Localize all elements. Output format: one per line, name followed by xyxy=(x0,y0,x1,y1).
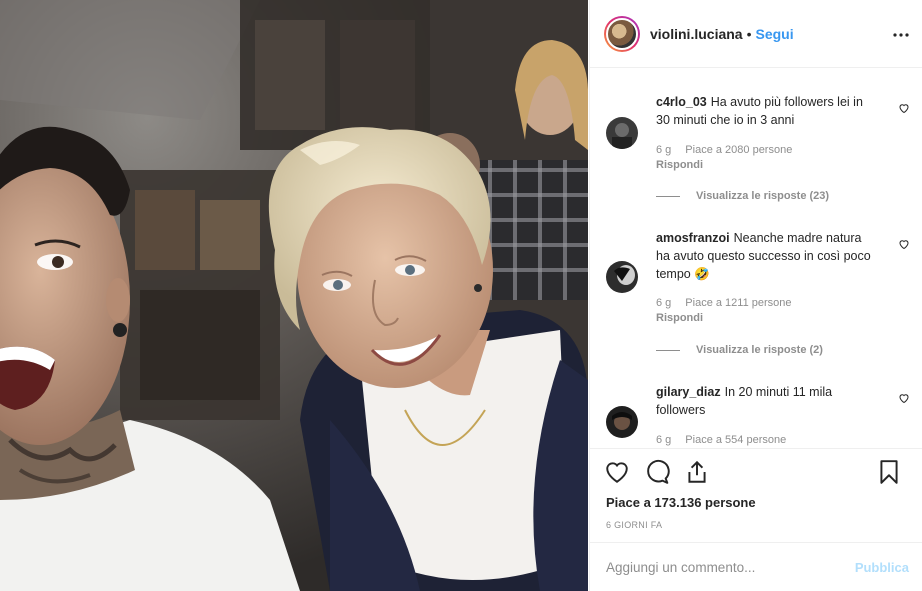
comment-like-icon[interactable] xyxy=(898,391,910,404)
add-comment-bar: Pubblica xyxy=(590,542,922,591)
post-date: 6 GIORNI FA xyxy=(606,520,663,530)
comment-meta: 6 g Piace a 2080 persone xyxy=(656,144,792,156)
comment-text: c4rlo_03 Ha avuto più followers lei in 30… xyxy=(656,93,876,129)
post-actions: Piace a 173.136 persone 6 GIORNI FA xyxy=(590,448,922,530)
comment-username[interactable]: amosfranzoi xyxy=(656,231,730,245)
more-options-icon[interactable] xyxy=(893,26,909,37)
author-avatar[interactable] xyxy=(604,15,640,52)
reply-button[interactable]: Rispondi xyxy=(656,159,703,171)
divider-line xyxy=(656,195,680,197)
view-replies-button[interactable]: Visualizza le risposte (23) xyxy=(656,190,829,202)
comments-list[interactable]: c4rlo_03 Ha avuto più followers lei in 30… xyxy=(590,69,922,447)
comment-likes[interactable]: Piace a 1211 persone xyxy=(685,297,791,309)
view-replies-label: Visualizza le risposte (23) xyxy=(696,190,830,202)
comment-age: 6 g xyxy=(656,297,672,309)
commenter-avatar[interactable] xyxy=(606,117,638,149)
post-header: violini.luciana • Segui xyxy=(590,0,922,68)
comment-age: 6 g xyxy=(656,144,672,156)
comment-meta: 6 g Piace a 1211 persone xyxy=(656,297,792,309)
comment-icon[interactable] xyxy=(644,459,672,487)
separator-dot: • xyxy=(746,25,752,42)
comment-item: amosfranzoi Neanche madre natura ha avuto… xyxy=(606,229,909,359)
reply-button[interactable]: Rispondi xyxy=(656,312,703,324)
heart-icon[interactable] xyxy=(604,459,632,487)
comment-text: gilary_diaz In 20 minuti 11 mila follower… xyxy=(656,383,876,419)
commenter-avatar[interactable] xyxy=(606,261,638,293)
selfie-image xyxy=(0,0,588,591)
likes-count[interactable]: Piace a 173.136 persone xyxy=(606,495,756,510)
follow-button[interactable]: Segui xyxy=(756,26,794,42)
action-icons xyxy=(604,459,909,487)
view-replies-label: Visualizza le risposte (2) xyxy=(696,344,823,356)
bookmark-icon[interactable] xyxy=(876,459,904,487)
comment-item: c4rlo_03 Ha avuto più followers lei in 30… xyxy=(606,93,909,213)
post-photo[interactable] xyxy=(0,0,588,591)
comment-input[interactable] xyxy=(606,557,846,577)
publish-button[interactable]: Pubblica xyxy=(855,560,909,575)
comment-username[interactable]: gilary_diaz xyxy=(656,385,721,399)
view-replies-button[interactable]: Visualizza le risposte (2) xyxy=(656,344,823,356)
comment-username[interactable]: c4rlo_03 xyxy=(656,95,707,109)
author-username[interactable]: violini.luciana xyxy=(650,26,743,42)
comment-item: gilary_diaz In 20 minuti 11 mila follower… xyxy=(606,383,909,447)
comment-text: amosfranzoi Neanche madre natura ha avuto… xyxy=(656,229,876,283)
post-panel: violini.luciana • Segui c4rlo_03 Ha avuto… xyxy=(589,0,922,591)
divider-line xyxy=(656,349,680,351)
comment-like-icon[interactable] xyxy=(898,101,910,114)
comment-likes[interactable]: Piace a 554 persone xyxy=(685,434,786,446)
comment-meta: 6 g Piace a 554 persone xyxy=(656,434,786,446)
comment-likes[interactable]: Piace a 2080 persone xyxy=(685,144,792,156)
comment-like-icon[interactable] xyxy=(898,237,910,250)
commenter-avatar[interactable] xyxy=(606,406,638,438)
share-icon[interactable] xyxy=(684,459,712,487)
comment-age: 6 g xyxy=(656,434,672,446)
